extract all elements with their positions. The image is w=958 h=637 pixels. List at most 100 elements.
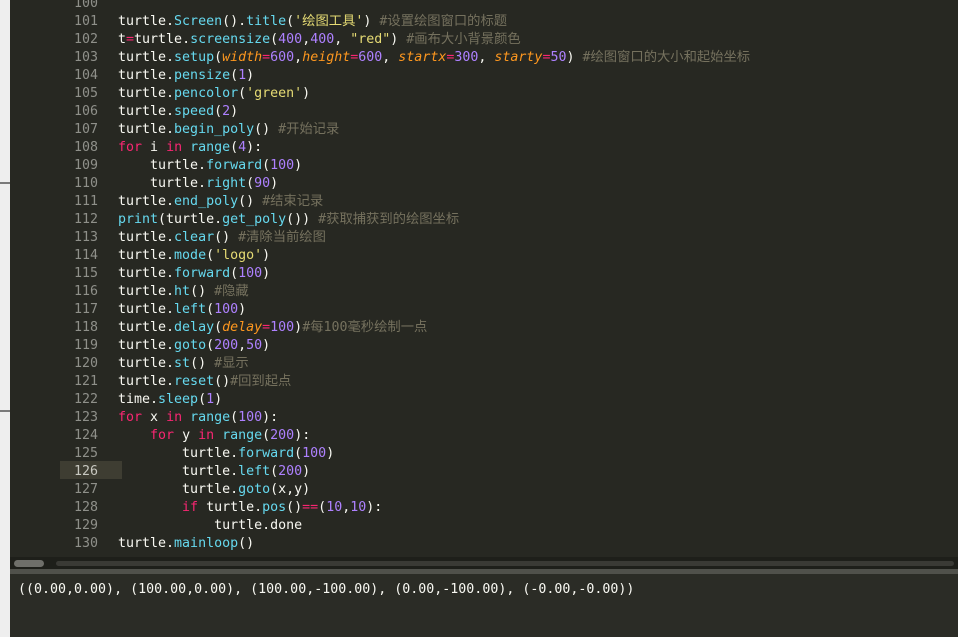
code-token: turtle. <box>118 374 175 389</box>
code-token: ( <box>214 50 223 65</box>
code-line[interactable]: turtle.begin_poly() #开始记录 <box>118 121 339 139</box>
code-token: (turtle. <box>158 212 223 227</box>
code-line[interactable]: for x in range(100): <box>118 409 278 427</box>
code-line[interactable]: turtle.forward(100) <box>118 157 302 175</box>
code-line[interactable]: turtle.end_poly() #结束记录 <box>118 193 323 211</box>
line-number: 115 <box>73 266 98 281</box>
code-token: ) <box>262 248 271 263</box>
code-token: turtle. <box>118 482 239 497</box>
code-token: #每100毫秒绘制一点 <box>302 320 428 335</box>
code-token: ( <box>206 248 215 263</box>
code-token: 'green' <box>246 86 303 101</box>
code-token: title <box>246 14 287 29</box>
scrollbar-thumb[interactable] <box>14 560 44 567</box>
code-line[interactable]: turtle.delay(delay=100)#每100毫秒绘制一点 <box>118 319 427 337</box>
code-token: end_poly <box>174 194 239 209</box>
code-line[interactable]: t=turtle.screensize(400,400, "red") #画布大… <box>118 31 521 49</box>
line-number: 110 <box>73 176 98 191</box>
code-line[interactable]: for y in range(200): <box>118 427 310 445</box>
code-token: height <box>302 50 351 65</box>
code-line[interactable]: turtle.left(100) <box>118 301 246 319</box>
code-token: goto <box>174 338 207 353</box>
code-token: 400 <box>310 32 335 47</box>
code-line[interactable]: turtle.goto(200,50) <box>118 337 270 355</box>
code-token: ( <box>318 500 327 515</box>
code-line[interactable]: turtle.pencolor('green') <box>118 85 310 103</box>
line-number: 108 <box>73 140 98 155</box>
code-line[interactable]: turtle.right(90) <box>118 175 278 193</box>
output-console: ((0.00,0.00), (100.00,0.00), (100.00,-10… <box>10 574 958 637</box>
code-token: turtle. <box>118 68 175 83</box>
code-line[interactable]: turtle.mode('logo') <box>118 247 270 265</box>
code-token: #设置绘图窗口的标题 <box>379 14 508 29</box>
code-editor[interactable]: 100 101 102 103 104 105 106 107 108 109 110 111 112 1… <box>10 0 958 557</box>
code-token: t <box>118 32 127 47</box>
code-token: 50 <box>550 50 567 65</box>
code-token: pencolor <box>174 86 239 101</box>
panel-marker <box>0 182 10 184</box>
code-token: setup <box>174 50 215 65</box>
code-line[interactable]: turtle.reset()#回到起点 <box>118 373 291 391</box>
code-area[interactable]: turtle.Screen().title('绘图工具') #设置绘图窗口的标题… <box>118 0 958 557</box>
code-line[interactable]: if turtle.pos()==(10,10): <box>118 499 382 517</box>
code-token: , <box>382 50 399 65</box>
line-number: 130 <box>73 536 98 551</box>
code-token: = <box>126 32 135 47</box>
code-line[interactable]: print(turtle.get_poly()) #获取捕获到的绘图坐标 <box>118 211 459 229</box>
code-token: turtle. <box>118 176 207 191</box>
code-token: ) <box>214 392 223 407</box>
code-line[interactable]: turtle.left(200) <box>118 463 310 481</box>
code-token: get_poly <box>222 212 287 227</box>
scrollbar-track[interactable] <box>56 561 954 566</box>
code-token: clear <box>174 230 215 245</box>
code-token: () <box>238 536 255 551</box>
code-line[interactable]: turtle.done <box>118 517 302 535</box>
code-token: 200 <box>278 464 303 479</box>
line-number: 120 <box>73 356 98 371</box>
line-number: 124 <box>73 428 98 443</box>
code-token: 50 <box>246 338 263 353</box>
code-token: turtle. <box>198 500 263 515</box>
code-token: 1 <box>206 392 215 407</box>
code-line[interactable]: turtle.goto(x,y) <box>118 481 310 499</box>
horizontal-scrollbar[interactable] <box>10 557 958 569</box>
code-token: == <box>302 500 319 515</box>
line-number: 129 <box>73 518 98 533</box>
code-line[interactable]: turtle.speed(2) <box>118 103 238 121</box>
code-token: turtle. <box>118 50 175 65</box>
code-token: ( <box>214 320 223 335</box>
code-line[interactable]: for i in range(4): <box>118 139 262 157</box>
code-token: () <box>190 284 215 299</box>
code-token: forward <box>238 446 295 461</box>
line-number: 105 <box>73 86 98 101</box>
code-line[interactable]: turtle.st() #显示 <box>118 355 249 373</box>
code-token: 10 <box>350 500 367 515</box>
code-token: ) <box>294 320 303 335</box>
code-line[interactable]: time.sleep(1) <box>118 391 222 409</box>
line-number: 118 <box>73 320 98 335</box>
code-token: (). <box>222 14 247 29</box>
code-token: turtle. <box>118 356 175 371</box>
code-token: 90 <box>254 176 271 191</box>
code-line[interactable]: turtle.clear() #清除当前绘图 <box>118 229 326 247</box>
code-line[interactable]: turtle.pensize(1) <box>118 67 254 85</box>
code-token: in <box>166 410 183 425</box>
code-token: ( <box>238 86 247 101</box>
code-token: turtle. <box>118 284 175 299</box>
code-token: goto <box>238 482 271 497</box>
line-number: 128 <box>73 500 98 515</box>
code-line[interactable]: turtle.mainloop() <box>118 535 254 553</box>
code-line[interactable]: turtle.forward(100) <box>118 445 334 463</box>
code-token: ) <box>566 50 583 65</box>
code-line[interactable]: turtle.forward(100) <box>118 265 270 283</box>
code-token: #画布大小背景颜色 <box>406 32 521 47</box>
code-line[interactable]: turtle.Screen().title('绘图工具') #设置绘图窗口的标题 <box>118 13 507 31</box>
line-number: 104 <box>73 68 98 83</box>
code-token: ) <box>262 266 271 281</box>
code-line[interactable]: turtle.ht() #隐藏 <box>118 283 249 301</box>
code-token: turtle.done <box>118 518 303 533</box>
code-token: ): <box>246 140 263 155</box>
code-line[interactable]: turtle.setup(width=600,height=600, start… <box>118 49 750 67</box>
line-number: 102 <box>73 32 98 47</box>
